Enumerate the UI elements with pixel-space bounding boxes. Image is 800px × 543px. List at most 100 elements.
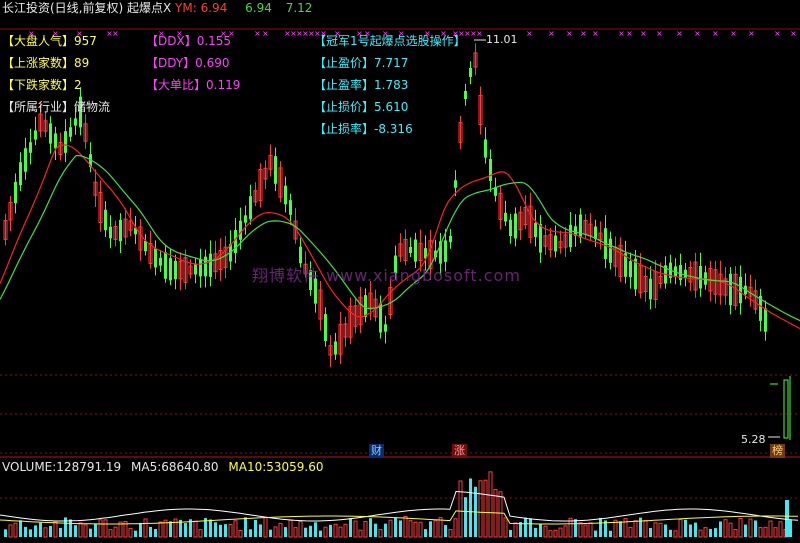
volume-bar xyxy=(374,523,377,537)
candle-body xyxy=(199,259,202,277)
volume-bar xyxy=(13,522,18,538)
take-profit-price-row: 【止盈价】7.717 xyxy=(314,56,409,70)
volume-bar xyxy=(738,517,743,538)
volume-bar xyxy=(89,528,92,537)
volume-header: VOLUME:128791.19 MA5:68640.80 MA10:53059… xyxy=(2,460,324,474)
volume-bar xyxy=(244,517,247,537)
candle-body xyxy=(169,258,172,281)
big-order-ratio-row: 【大单比】0.119 xyxy=(146,78,241,92)
volume-bar xyxy=(748,518,753,538)
volume-bar xyxy=(453,518,458,538)
take-profit-rate-row: 【止盈率】1.783 xyxy=(314,78,409,92)
volume-bar xyxy=(329,524,332,537)
candle-body xyxy=(454,180,457,188)
volume-bar xyxy=(343,523,348,538)
ranking-badge[interactable]: 榜 xyxy=(770,444,785,458)
candle-body xyxy=(209,253,212,277)
industry-row: 【所属行业】储物流 xyxy=(2,100,111,114)
candle-body xyxy=(204,256,207,277)
candle-body xyxy=(444,240,447,262)
stop-loss-price-row: 【止损价】5.610 xyxy=(314,100,409,114)
left-info-panel: 【大盘人气】957 【上涨家数】89 【下跌家数】2 【所属行业】储物流 xyxy=(2,34,110,115)
volume-bar xyxy=(413,521,418,538)
signal-marker: × xyxy=(476,29,483,38)
volume-bar xyxy=(433,520,438,538)
volume-bar xyxy=(353,520,358,538)
volume-bar xyxy=(59,527,62,537)
volume-bar xyxy=(548,530,553,538)
candle-body xyxy=(119,219,122,242)
candle-body xyxy=(649,278,652,300)
volume-bar xyxy=(653,522,658,538)
signal-marker: × xyxy=(656,29,663,38)
candle-body xyxy=(539,224,542,253)
ddy-row: 【DDY】0.690 xyxy=(146,56,230,70)
market-popularity-row: 【大盘人气】957 xyxy=(2,34,97,48)
volume-bar xyxy=(529,518,532,537)
candle-body xyxy=(164,252,167,279)
volume-bar xyxy=(369,518,372,537)
volume-bar xyxy=(464,497,467,537)
candle-body xyxy=(469,68,472,77)
candle-body xyxy=(504,212,507,222)
candle-body xyxy=(634,258,637,290)
candle-body xyxy=(49,123,52,144)
candle-body xyxy=(109,226,112,239)
volume-ma5-line xyxy=(0,490,799,522)
volume-bar xyxy=(754,520,757,537)
volume-bar xyxy=(778,521,783,538)
volume-bar xyxy=(558,527,563,538)
volume-bar xyxy=(543,525,548,538)
volume-bar xyxy=(488,471,493,538)
volume-bar xyxy=(94,523,97,537)
volume-bar xyxy=(574,519,577,537)
candle-body xyxy=(783,379,789,439)
candle-body xyxy=(69,127,72,137)
volume-bar xyxy=(714,528,717,537)
volume-bar xyxy=(269,529,272,537)
volume-bar xyxy=(43,527,48,538)
signal-marker: × xyxy=(640,29,647,38)
volume-bar xyxy=(673,530,678,538)
volume-bar xyxy=(424,529,427,537)
volume-bar xyxy=(524,517,527,537)
mid-info-panel: 【DDX】0.155 【DDY】0.690 【大单比】0.119 xyxy=(146,34,240,93)
volume-bar xyxy=(64,517,67,537)
ddx-row: 【DDX】0.155 xyxy=(146,34,232,48)
rising-count-row: 【上涨家数】89 xyxy=(2,56,90,70)
volume-bar xyxy=(254,519,257,537)
volume-bar xyxy=(403,515,408,538)
limit-up-badge[interactable]: 涨 xyxy=(452,444,467,458)
volume-bar xyxy=(173,518,178,538)
volume-bar xyxy=(309,525,312,537)
candle-body xyxy=(629,261,632,278)
candle-body xyxy=(34,130,37,140)
volume-bar xyxy=(578,522,583,538)
volume-bar xyxy=(214,522,217,537)
volume-bar xyxy=(519,522,522,537)
signal-marker: × xyxy=(254,29,261,38)
candle-body xyxy=(699,266,702,289)
signal-marker: × xyxy=(566,29,573,38)
volume-bar xyxy=(34,525,37,537)
candle-body xyxy=(249,196,252,220)
volume-bar xyxy=(249,529,252,537)
volume-bar xyxy=(773,527,778,538)
watermark: 翔博软件 www.xiangbosoft.com xyxy=(252,266,521,285)
volume-bar xyxy=(703,527,708,538)
candle-body xyxy=(154,248,157,268)
volume-bar xyxy=(478,480,483,538)
signal-marker: × xyxy=(730,29,737,38)
volume-bar xyxy=(228,523,233,538)
volume-bar xyxy=(263,517,268,538)
volume-bar xyxy=(134,530,137,537)
volume-bar xyxy=(53,521,58,538)
candle-body xyxy=(24,148,27,172)
candle-body xyxy=(409,246,412,254)
finance-badge[interactable]: 财 xyxy=(369,444,384,458)
volume-bar xyxy=(744,524,747,537)
volume-bar xyxy=(78,522,83,538)
volume-bar xyxy=(304,527,307,537)
green-value-1: 6.94 xyxy=(245,1,272,15)
signal-marker: × xyxy=(676,29,683,38)
